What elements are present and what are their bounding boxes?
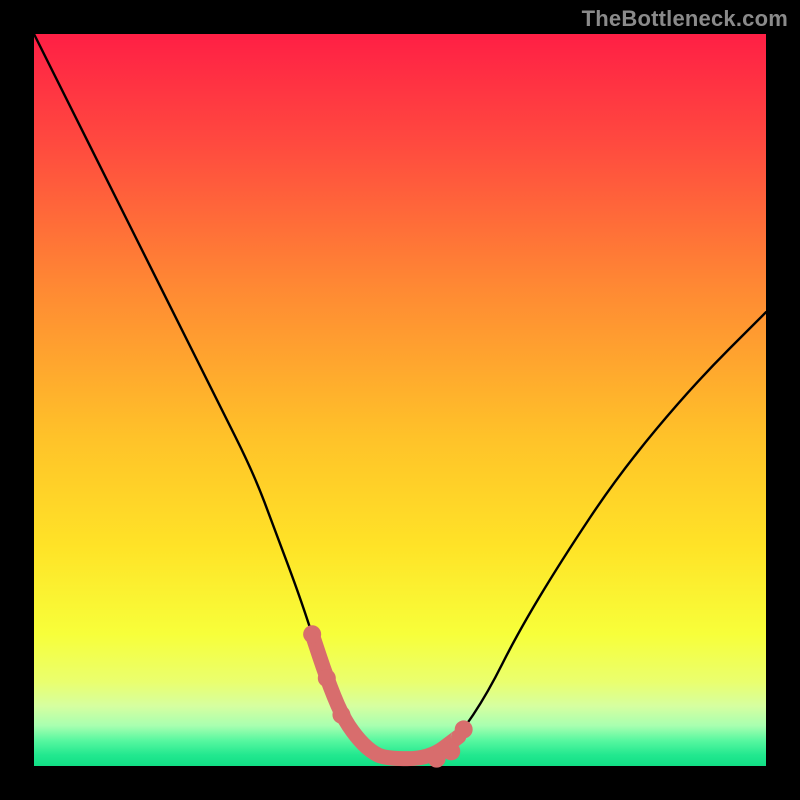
outer-frame: TheBottleneck.com	[0, 0, 800, 800]
optimal-zone-dot	[442, 742, 460, 760]
watermark-text: TheBottleneck.com	[582, 6, 788, 32]
optimal-zone-dot	[455, 720, 473, 738]
plot-area	[34, 34, 766, 766]
optimal-zone-dot	[318, 669, 336, 687]
bottleneck-chart	[0, 0, 800, 800]
optimal-zone-dot	[303, 625, 321, 643]
optimal-zone-dot	[332, 706, 350, 724]
